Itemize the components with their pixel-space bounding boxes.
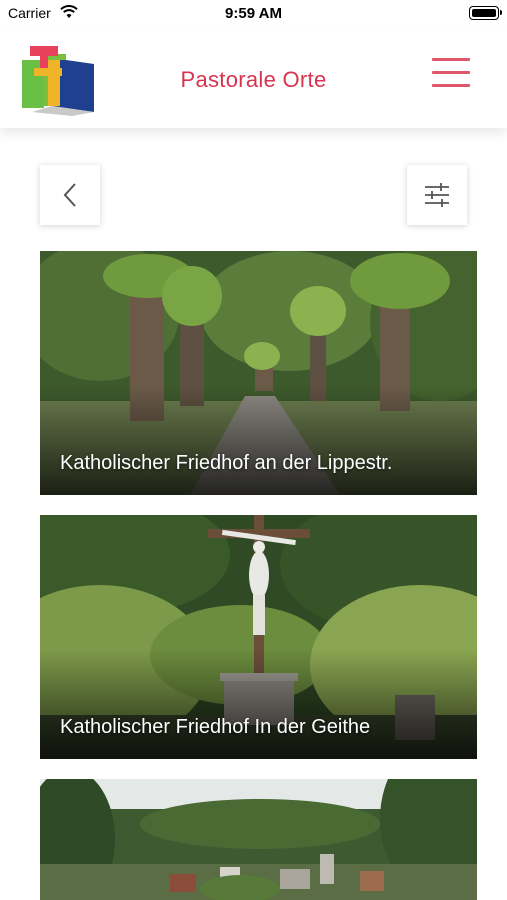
page-title: Pastorale Orte bbox=[180, 67, 327, 92]
place-name: Katholischer Friedhof an der Lippestr. bbox=[60, 452, 393, 474]
battery-icon bbox=[469, 6, 502, 20]
sliders-filter-icon bbox=[425, 183, 449, 207]
app-header: Pastorale Orte bbox=[0, 28, 507, 128]
hamburger-menu-icon[interactable] bbox=[432, 58, 470, 88]
filter-button[interactable] bbox=[407, 165, 467, 225]
place-card[interactable] bbox=[40, 779, 477, 900]
clock: 9:59 AM bbox=[225, 5, 282, 22]
back-button[interactable] bbox=[40, 165, 100, 225]
status-bar: Carrier 9:59 AM bbox=[0, 0, 507, 28]
chevron-left-icon bbox=[63, 183, 76, 207]
cemetery-graves-photo bbox=[40, 779, 477, 900]
place-card[interactable]: Katholischer Friedhof In der Geithe bbox=[40, 515, 477, 759]
place-name: Katholischer Friedhof In der Geithe bbox=[60, 716, 371, 738]
place-card[interactable]: Katholischer Friedhof an der Lippestr. bbox=[40, 251, 477, 495]
